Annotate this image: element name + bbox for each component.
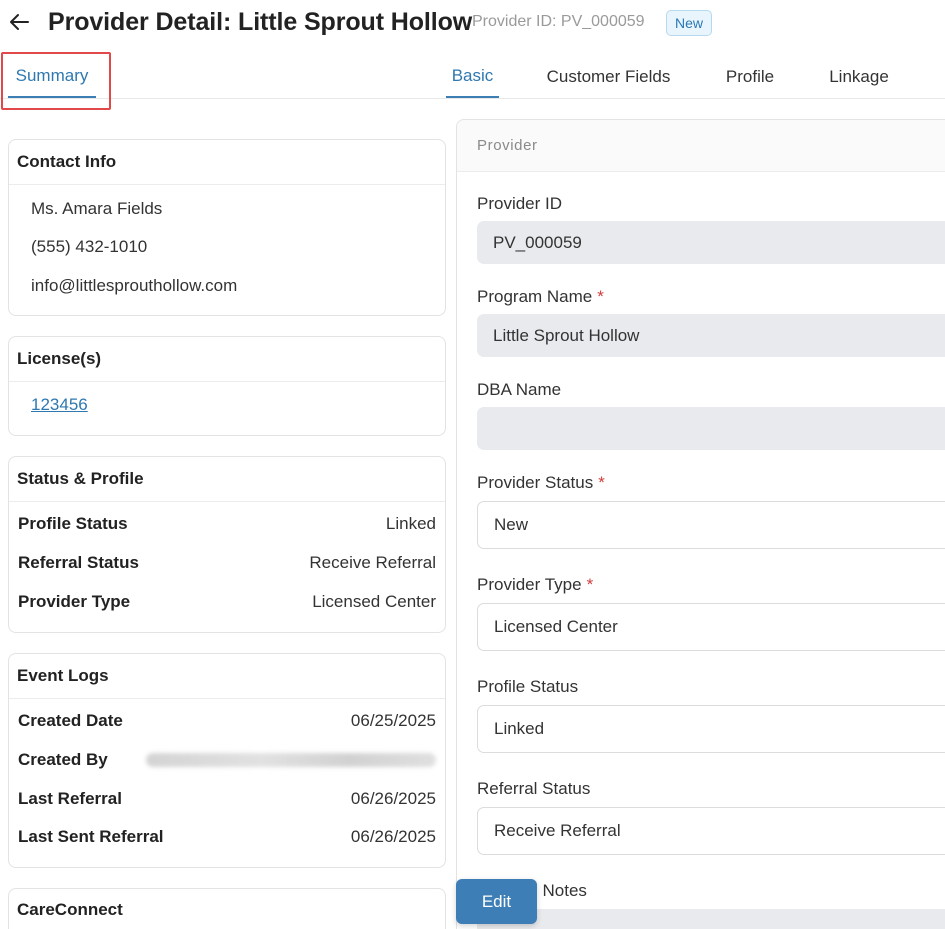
blurred-email [146, 753, 436, 767]
tab-summary[interactable]: Summary [8, 56, 96, 98]
field-value: Linked [494, 719, 545, 738]
last-referral-row: Last Referral 06/26/2025 [18, 788, 436, 810]
tab-customer-fields[interactable]: Customer Fields [540, 56, 677, 98]
referral-status-select[interactable]: Receive Referral [477, 807, 945, 855]
program-name-label: Program Name * [477, 287, 604, 307]
label-text: Provider Type [477, 575, 582, 594]
dba-name-field [477, 407, 945, 450]
page-title: Provider Detail: Little Sprout Hollow [48, 8, 473, 36]
notes-field [477, 909, 945, 929]
card-title: License(s) [9, 337, 445, 382]
notes-label: l Notes [534, 881, 587, 900]
label-text: Program Name [477, 287, 593, 306]
careconnect-card: CareConnect [8, 888, 446, 929]
arrow-left-icon [10, 14, 29, 30]
provider-status-select[interactable]: New [477, 501, 945, 549]
required-mark: * [597, 287, 604, 306]
tab-profile[interactable]: Profile [690, 56, 810, 98]
page-header: Provider Detail: Little Sprout Hollow Pr… [0, 0, 945, 46]
contact-name: Ms. Amara Fields [31, 199, 163, 218]
status-badge: New [666, 10, 713, 36]
provider-id-label: Provider ID [477, 194, 563, 213]
provider-id-label: Provider ID: PV_000059 [472, 13, 645, 30]
kv-value: Receive Referral [309, 553, 436, 572]
referral-status-row: Referral Status Receive Referral [18, 552, 436, 574]
referral-status-label: Referral Status [477, 779, 591, 798]
profile-status-label: Profile Status [477, 677, 579, 696]
field-value: Receive Referral [494, 821, 621, 840]
kv-value: Linked [385, 514, 436, 533]
card-title: CareConnect [9, 889, 445, 929]
kv-label: Provider Type [18, 592, 131, 611]
last-sent-referral-row: Last Sent Referral 06/26/2025 [18, 826, 436, 848]
kv-value: 06/26/2025 [350, 789, 436, 808]
kv-label: Last Referral [18, 789, 122, 808]
provider-form-panel: Provider Provider ID PV_000059 Program N… [456, 119, 945, 929]
kv-value: 06/26/2025 [350, 827, 436, 846]
tab-linkage[interactable]: Linkage [820, 56, 898, 98]
status-profile-card: Status & Profile Profile Status Linked R… [8, 456, 446, 633]
card-title: Status & Profile [9, 457, 445, 502]
kv-label: Created Date [18, 711, 123, 730]
licenses-card: License(s) 123456 [8, 336, 446, 436]
required-mark: * [598, 473, 605, 492]
contact-info-card: Contact Info Ms. Amara Fields (555) 432-… [8, 139, 446, 316]
event-logs-card: Event Logs Created Date 06/25/2025 Creat… [8, 653, 446, 868]
field-value: Little Sprout Hollow [493, 325, 640, 345]
back-button[interactable] [8, 9, 30, 35]
contact-phone: (555) 432-1010 [31, 237, 148, 256]
tabs-bar: Summary Basic Customer Fields Profile Li… [0, 50, 945, 99]
edit-button[interactable]: Edit [456, 879, 537, 924]
provider-status-label: Provider Status * [477, 473, 605, 493]
kv-label: Created By [18, 750, 108, 769]
created-by-row: Created By [18, 749, 436, 771]
license-link[interactable]: 123456 [31, 395, 88, 415]
field-value: PV_000059 [493, 232, 582, 252]
label-text: Provider Status [477, 473, 594, 492]
tab-basic[interactable]: Basic [446, 56, 499, 98]
dba-name-label: DBA Name [477, 380, 562, 399]
kv-label: Last Sent Referral [18, 827, 164, 846]
kv-label: Profile Status [18, 514, 128, 533]
program-name-field: Little Sprout Hollow [477, 314, 945, 357]
field-value: New [494, 515, 529, 534]
card-title: Event Logs [9, 654, 445, 699]
profile-status-select[interactable]: Linked [477, 705, 945, 753]
field-value: Licensed Center [494, 617, 618, 636]
provider-type-select[interactable]: Licensed Center [477, 603, 945, 651]
kv-label: Referral Status [18, 553, 139, 572]
provider-type-row: Provider Type Licensed Center [18, 591, 436, 613]
kv-value: 06/25/2025 [350, 711, 436, 730]
required-mark: * [586, 575, 594, 594]
form-body: Provider ID PV_000059 Program Name * Litt… [457, 172, 945, 929]
kv-value: Licensed Center [312, 592, 436, 611]
section-header: Provider [457, 120, 945, 172]
contact-email: info@littlesprouthollow.com [31, 276, 238, 295]
created-date-row: Created Date 06/25/2025 [18, 710, 436, 732]
card-title: Contact Info [9, 140, 445, 185]
profile-status-row: Profile Status Linked [18, 513, 436, 535]
provider-type-label: Provider Type * [477, 575, 593, 595]
provider-id-field: PV_000059 [477, 221, 945, 264]
